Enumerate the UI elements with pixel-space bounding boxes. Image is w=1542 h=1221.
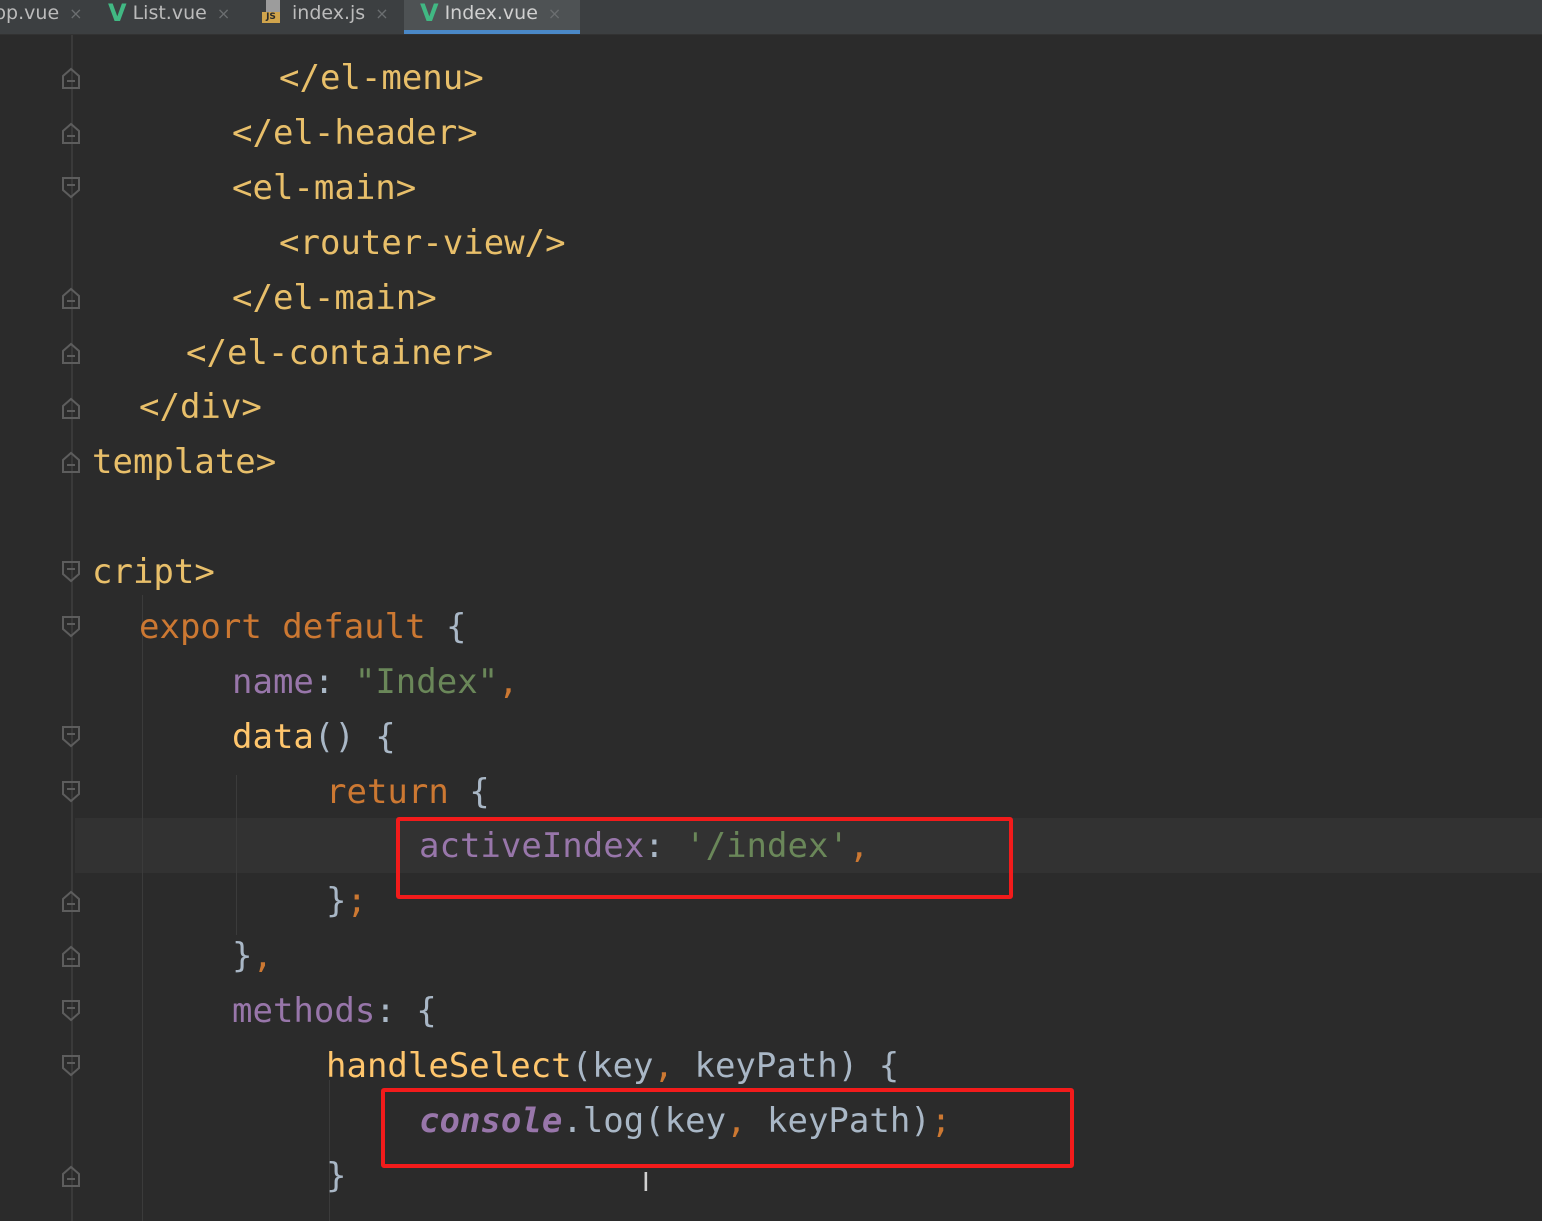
fold-end-icon[interactable]: [61, 397, 81, 419]
code-line[interactable]: </el-menu>: [279, 58, 484, 98]
code-token: keyPath) {: [674, 1046, 900, 1086]
close-icon[interactable]: ×: [217, 4, 230, 23]
code-line[interactable]: },: [232, 936, 273, 976]
code-token: ,: [653, 1046, 675, 1086]
js-file-icon: JS: [262, 0, 284, 24]
code-line[interactable]: </el-container>: [186, 333, 493, 373]
code-token: :: [313, 662, 355, 702]
code-token: </el-container>: [186, 333, 494, 373]
vue-icon: V: [420, 0, 439, 27]
code-token: <router-view/>: [279, 223, 566, 263]
code-token: }: [232, 936, 253, 976]
code-token: </el-main>: [232, 278, 437, 318]
code-line[interactable]: };: [326, 881, 367, 921]
code-token: return: [326, 772, 449, 812]
tab-label: index.js: [292, 2, 366, 24]
code-token: }: [326, 881, 347, 921]
code-token: template>: [92, 442, 277, 482]
fold-start-icon[interactable]: [61, 1055, 81, 1077]
fold-end-icon[interactable]: [61, 287, 81, 309]
annotation-box-active-index: [396, 817, 1013, 899]
code-token: export default: [139, 607, 426, 647]
editor-tab-bar: pp.vue × V List.vue × JS index.js × V Index.vu…: [0, 0, 1542, 35]
fold-start-icon[interactable]: [61, 177, 81, 199]
code-line[interactable]: <el-main>: [232, 168, 416, 208]
fold-start-icon[interactable]: [61, 726, 81, 748]
code-line[interactable]: handleSelect(key, keyPath) {: [326, 1046, 899, 1086]
code-token: ;: [346, 881, 367, 921]
code-line[interactable]: <router-view/>: [279, 223, 566, 263]
fold-end-icon[interactable]: [61, 451, 81, 473]
code-token: methods: [232, 991, 376, 1031]
code-editor[interactable]: </el-menu> </el-header> <el-main> <route…: [0, 35, 1542, 1221]
active-tab-indicator: [404, 30, 580, 34]
indent-guide: [142, 595, 143, 1221]
fold-end-icon[interactable]: [61, 67, 81, 89]
tab-label: pp.vue: [0, 2, 60, 24]
code-token: </el-menu>: [279, 58, 484, 98]
fold-start-icon[interactable]: [61, 781, 81, 803]
code-line[interactable]: </el-main>: [232, 278, 437, 318]
code-token: <el-main>: [232, 168, 417, 208]
code-line[interactable]: }: [326, 1156, 346, 1196]
fold-start-icon[interactable]: [61, 1000, 81, 1022]
code-token: name: [232, 662, 314, 702]
code-line[interactable]: template>: [92, 442, 276, 482]
code-token: </el-header>: [232, 113, 478, 153]
fold-end-icon[interactable]: [61, 890, 81, 912]
code-token: {: [448, 772, 490, 812]
code-token: (key: [571, 1046, 654, 1086]
code-line[interactable]: methods: {: [232, 991, 437, 1031]
ide-window: pp.vue × V List.vue × JS index.js × V Index.vu…: [0, 0, 1542, 1221]
code-token: () {: [313, 717, 396, 757]
tab-index-vue[interactable]: V Index.vue ×: [404, 0, 580, 34]
tab-index-js[interactable]: JS index.js ×: [262, 0, 398, 34]
fold-end-icon[interactable]: [61, 342, 81, 364]
fold-start-icon[interactable]: [61, 616, 81, 638]
code-line[interactable]: export default {: [139, 607, 467, 647]
code-token: "Index": [354, 662, 499, 702]
code-line[interactable]: name: "Index",: [232, 662, 519, 702]
code-token: cript>: [92, 552, 215, 592]
code-line[interactable]: cript>: [92, 552, 215, 592]
indent-guide: [329, 1080, 330, 1221]
fold-end-icon[interactable]: [61, 122, 81, 144]
tab-label: List.vue: [132, 2, 207, 24]
vue-icon: V: [108, 0, 127, 27]
code-token: ,: [498, 662, 519, 702]
fold-end-icon[interactable]: [61, 1165, 81, 1187]
close-icon[interactable]: ×: [69, 4, 82, 23]
fold-end-icon[interactable]: [61, 945, 81, 967]
code-token: </div>: [139, 387, 262, 427]
close-icon[interactable]: ×: [375, 4, 388, 23]
code-token: handleSelect: [326, 1046, 572, 1086]
tab-list-vue[interactable]: V List.vue ×: [108, 0, 240, 34]
text-cursor-icon: I: [642, 1168, 650, 1198]
code-line[interactable]: data() {: [232, 717, 396, 757]
code-token: : {: [375, 991, 437, 1031]
annotation-box-console-log: [381, 1088, 1074, 1168]
tab-app-vue[interactable]: pp.vue ×: [0, 0, 83, 34]
code-line[interactable]: </div>: [139, 387, 262, 427]
tab-label: Index.vue: [444, 2, 538, 24]
code-token: }: [326, 1156, 347, 1196]
fold-start-icon[interactable]: [61, 561, 81, 583]
code-token: data: [232, 717, 314, 757]
indent-guide: [236, 775, 237, 935]
code-line[interactable]: </el-header>: [232, 113, 478, 153]
code-line[interactable]: return {: [326, 772, 490, 812]
code-token: {: [425, 607, 467, 647]
code-token: ,: [252, 936, 273, 976]
close-icon[interactable]: ×: [548, 4, 561, 23]
